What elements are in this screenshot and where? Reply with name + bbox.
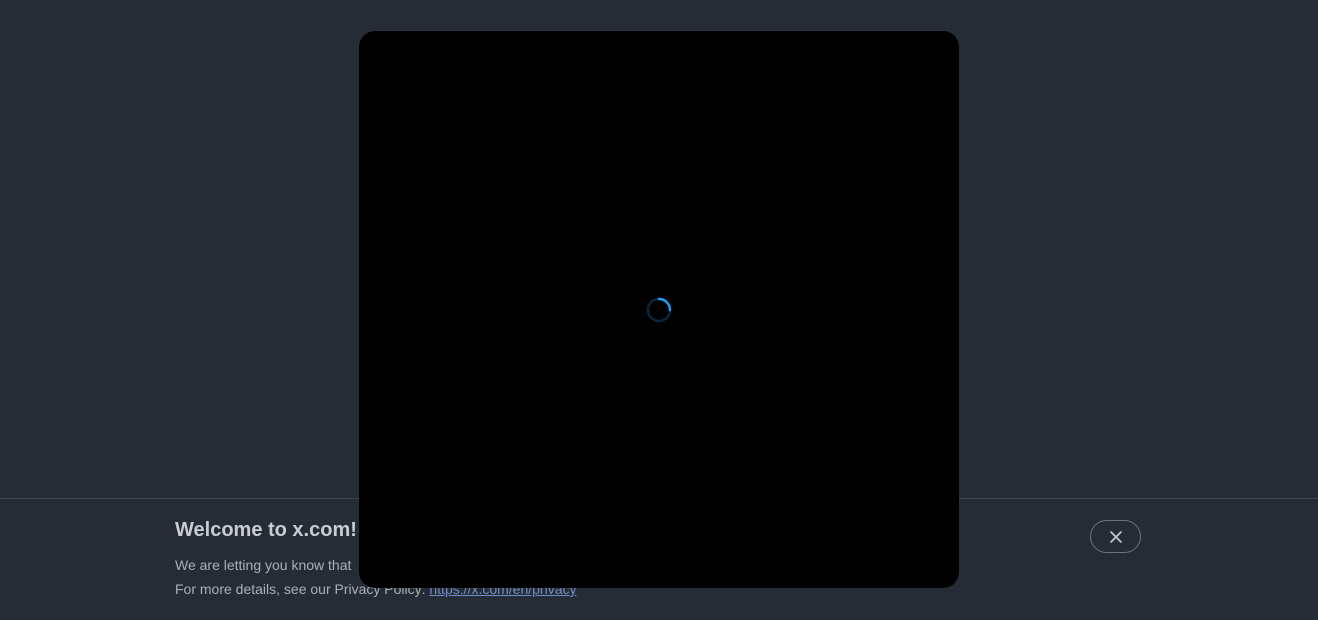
spinner-icon: [646, 297, 672, 323]
close-icon: [1109, 530, 1122, 543]
banner-title: Welcome to x.com!: [175, 519, 357, 541]
loading-modal: [359, 31, 959, 588]
close-banner-button[interactable]: [1090, 520, 1141, 553]
banner-message: We are letting you know that: [175, 557, 352, 573]
